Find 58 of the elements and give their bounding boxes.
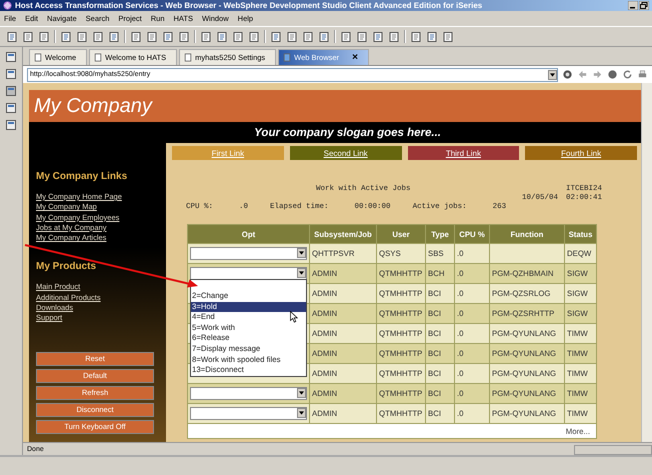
- toolbar-icon[interactable]: [38, 30, 50, 42]
- toolbar-icon[interactable]: [92, 30, 104, 42]
- toolbar-icon[interactable]: [302, 30, 314, 42]
- dropdown-arrow-icon[interactable]: [299, 271, 304, 275]
- nav-link[interactable]: Second Link: [290, 146, 402, 160]
- toolbar-icon[interactable]: [388, 30, 400, 42]
- toolbar-icon[interactable]: [130, 30, 142, 42]
- refresh-icon[interactable]: [622, 69, 633, 80]
- toolbar-icon[interactable]: [200, 30, 212, 42]
- toolbar-icon[interactable]: [6, 30, 18, 42]
- toolbar-icon[interactable]: [318, 30, 330, 42]
- page-icon: [184, 53, 192, 62]
- toolbar-icon[interactable]: [108, 30, 120, 42]
- toolbar-icon[interactable]: [426, 30, 438, 42]
- print-icon[interactable]: [637, 69, 648, 80]
- toolbar-icon[interactable]: [232, 30, 244, 42]
- toolbar-icon[interactable]: [146, 30, 158, 42]
- toolbar-icon[interactable]: [410, 30, 422, 42]
- restore-icon[interactable]: [639, 1, 649, 10]
- option-select[interactable]: [190, 267, 307, 280]
- app-icon: [3, 1, 12, 10]
- page-icon: [283, 53, 292, 62]
- company-name: My Company: [34, 94, 152, 118]
- view-icon[interactable]: [5, 68, 17, 80]
- dropdown-arrow-icon[interactable]: [299, 411, 304, 415]
- page-icon: [34, 53, 42, 62]
- dropdown-arrow-icon[interactable]: [299, 391, 304, 395]
- slogan: Your company slogan goes here...: [254, 126, 441, 138]
- toolbar-icon[interactable]: [162, 30, 174, 42]
- section-heading: My Products: [36, 261, 98, 272]
- toolbar-icon[interactable]: [340, 30, 352, 42]
- view-icon[interactable]: [5, 102, 17, 114]
- stop-icon[interactable]: [607, 69, 618, 80]
- view-icon[interactable]: [5, 85, 17, 97]
- section-heading: My Company Links: [36, 171, 128, 182]
- dropdown-arrow-icon[interactable]: [299, 251, 304, 255]
- scrollbar[interactable]: [641, 83, 652, 442]
- minimize-icon[interactable]: [628, 1, 638, 10]
- view-icon[interactable]: [5, 51, 17, 63]
- toolbar-icon[interactable]: [356, 30, 368, 42]
- toolbar-icon[interactable]: [270, 30, 282, 42]
- mouse-cursor-icon: [290, 311, 298, 323]
- toolbar-icon[interactable]: [286, 30, 298, 42]
- toolbar-icon[interactable]: [442, 30, 454, 42]
- window-title: Host Access Transformation Services - Web Browser - WebSphere Development Studio Client Advanced Edition for iSeries: [15, 1, 484, 10]
- nav-link[interactable]: Fourth Link: [525, 146, 637, 160]
- toolbar-icon[interactable]: [372, 30, 384, 42]
- go-icon[interactable]: [562, 69, 573, 80]
- toolbar-icon[interactable]: [178, 30, 190, 42]
- toolbar-icon[interactable]: [60, 30, 72, 42]
- nav-link[interactable]: Third Link: [408, 146, 520, 160]
- toolbar-icon[interactable]: [216, 30, 228, 42]
- view-icon[interactable]: [5, 119, 17, 131]
- dropdown-arrow-icon[interactable]: [550, 72, 555, 76]
- toolbar-icon[interactable]: [22, 30, 34, 42]
- toolbar-icon[interactable]: [76, 30, 88, 42]
- toolbar-icon[interactable]: [248, 30, 260, 42]
- page-icon: [94, 53, 102, 62]
